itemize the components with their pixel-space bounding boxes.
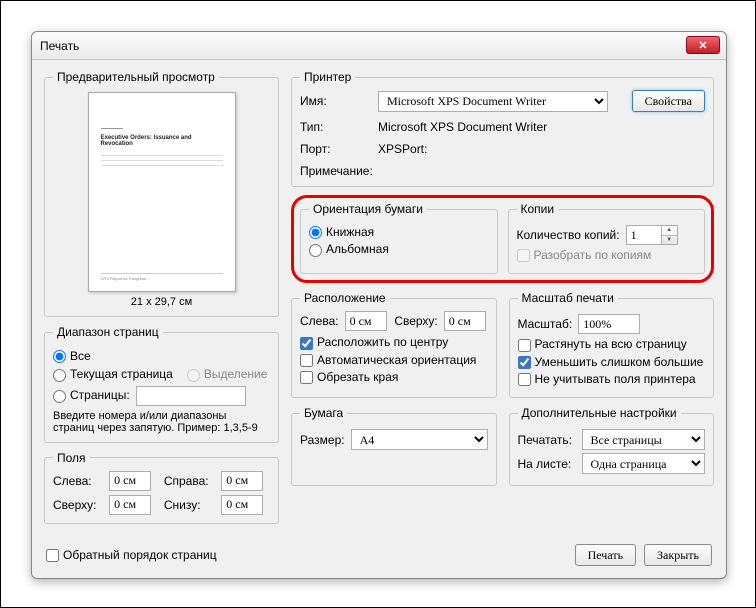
copies-count-stepper[interactable]: ▲▼: [626, 225, 678, 245]
orientation-group: Ориентация бумаги Книжная Альбомная: [300, 202, 498, 274]
close-button[interactable]: Закрыть: [644, 544, 712, 566]
printer-legend: Принтер: [300, 70, 355, 84]
preview-group: Предварительный просмотр Executive Order…: [44, 70, 279, 317]
margins-group: Поля Слева: Справа: Сверху: Снизу:: [44, 451, 279, 524]
range-current[interactable]: Текущая страница: [53, 367, 173, 381]
auto-orient-checkbox[interactable]: Автоматическая ориентация: [300, 353, 476, 367]
margin-right-input[interactable]: [221, 471, 263, 491]
scale-legend: Масштаб печати: [518, 291, 618, 305]
printer-group: Принтер Имя: Microsoft XPS Document Writ…: [291, 70, 714, 187]
page-range-group: Диапазон страниц Все Текущая страница Вы…: [44, 325, 279, 443]
shrink-checkbox[interactable]: Уменьшить слишком большие: [518, 355, 704, 369]
preview-page: Executive Orders: Issuance and Revocatio…: [88, 92, 236, 292]
print-dialog: Печать ✕ Предварительный просмотр Execut…: [31, 31, 727, 579]
layout-group: Расположение Слева: Сверху: Расположить …: [291, 291, 497, 398]
orientation-portrait[interactable]: Книжная: [309, 225, 374, 239]
range-legend: Диапазон страниц: [53, 325, 163, 339]
scale-group: Масштаб печати Масштаб: Растянуть на всю…: [509, 291, 715, 398]
window-title: Печать: [40, 39, 79, 53]
extra-group: Дополнительные настройки Печатать: Все с…: [509, 406, 715, 486]
range-pages[interactable]: Страницы:: [53, 388, 130, 402]
copies-legend: Копии: [517, 202, 559, 216]
range-all[interactable]: Все: [53, 349, 91, 363]
preview-size: 21 x 29,7 см: [53, 296, 270, 308]
range-selection: Выделение: [187, 367, 268, 381]
highlighted-section: Ориентация бумаги Книжная Альбомная Копи…: [291, 195, 714, 283]
close-icon[interactable]: ✕: [686, 36, 720, 54]
pages-per-sheet-select[interactable]: Одна страница: [582, 453, 706, 474]
crop-checkbox[interactable]: Обрезать края: [300, 370, 398, 384]
margin-left-input[interactable]: [109, 471, 151, 491]
scale-input[interactable]: [578, 314, 640, 334]
copies-group: Копии Количество копий: ▲▼ Разобрать по …: [508, 202, 706, 274]
center-checkbox[interactable]: Расположить по центру: [300, 335, 448, 349]
range-hint: Введите номера и/или диапазоны страниц ч…: [53, 410, 270, 434]
stretch-checkbox[interactable]: Растянуть на всю страницу: [518, 337, 687, 351]
layout-left-input[interactable]: [345, 311, 387, 331]
printer-name-select[interactable]: Microsoft XPS Document Writer: [378, 91, 608, 112]
paper-size-select[interactable]: A4: [351, 429, 488, 450]
extra-legend: Дополнительные настройки: [518, 406, 681, 420]
paper-legend: Бумага: [300, 406, 347, 420]
margins-legend: Поля: [53, 451, 90, 465]
titlebar: Печать ✕: [32, 32, 726, 60]
margin-top-input[interactable]: [109, 495, 151, 515]
print-button[interactable]: Печать: [575, 544, 636, 566]
ignore-margins-checkbox[interactable]: Не учитывать поля принтера: [518, 372, 696, 386]
preview-legend: Предварительный просмотр: [53, 70, 219, 84]
print-pages-select[interactable]: Все страницы: [582, 429, 706, 450]
orientation-landscape[interactable]: Альбомная: [309, 242, 389, 256]
reverse-order-checkbox[interactable]: Обратный порядок страниц: [46, 548, 217, 562]
layout-legend: Расположение: [300, 291, 390, 305]
range-pages-input[interactable]: [136, 386, 246, 406]
collate-checkbox: Разобрать по копиям: [517, 248, 652, 262]
layout-top-input[interactable]: [444, 311, 486, 331]
paper-group: Бумага Размер: A4: [291, 406, 497, 486]
margin-bottom-input[interactable]: [221, 495, 263, 515]
printer-properties-button[interactable]: Свойства: [632, 90, 705, 112]
orientation-legend: Ориентация бумаги: [309, 202, 427, 216]
